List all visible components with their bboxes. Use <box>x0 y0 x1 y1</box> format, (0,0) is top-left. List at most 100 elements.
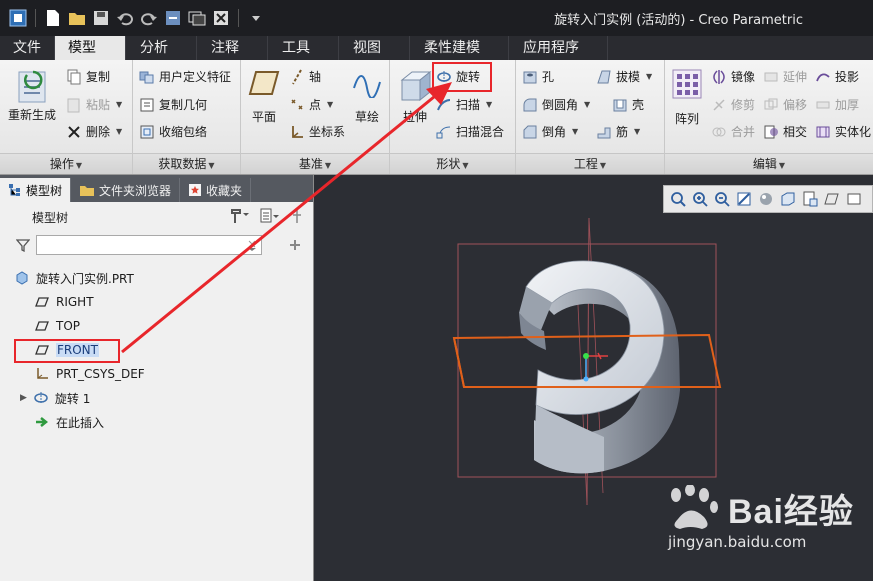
shrinkwrap-button[interactable]: 收缩包络 <box>139 123 207 140</box>
chamfer-icon <box>523 125 537 138</box>
copy-button[interactable]: 复制 <box>66 68 110 85</box>
operations-group-label[interactable]: 操作 ▼ <box>0 153 132 174</box>
udf-button[interactable]: 用户定义特征 <box>139 68 231 85</box>
paste-icon <box>67 98 80 112</box>
round-button[interactable]: 倒圆角 ▼ <box>522 96 590 113</box>
extrude-button[interactable]: 拉伸 <box>398 68 432 125</box>
tree-item-revolve[interactable]: ▶ 旋转 1 <box>20 387 90 409</box>
close-window-icon[interactable] <box>211 8 231 28</box>
delete-x-icon <box>68 125 80 138</box>
folder-icon <box>80 186 95 196</box>
tab-model-tree[interactable]: 模型树 <box>0 178 72 202</box>
tab-applications[interactable]: 应用程序 <box>509 36 608 60</box>
tab-analysis[interactable]: 分析 <box>126 36 197 60</box>
tree-item-csys[interactable]: PRT_CSYS_DEF <box>34 363 145 385</box>
tree-pin-icon[interactable] <box>289 207 305 225</box>
solidify-button[interactable]: 实体化 <box>815 123 871 140</box>
editing-group-label[interactable]: 编辑 ▼ <box>665 153 873 174</box>
save-icon[interactable] <box>91 8 111 28</box>
quick-access-toolbar <box>8 7 266 29</box>
draft-button[interactable]: 拔模 ▼ <box>596 68 652 85</box>
hole-button[interactable]: 孔 <box>522 68 554 85</box>
customize-dropdown-icon[interactable] <box>246 8 266 28</box>
tab-flexible-modeling[interactable]: 柔性建模 <box>410 36 509 60</box>
copy-geometry-button[interactable]: 复制几何 <box>139 96 207 113</box>
get-data-group-label[interactable]: 获取数据 ▼ <box>133 153 240 174</box>
tab-model[interactable]: 模型 <box>55 36 126 60</box>
datum-group-label[interactable]: 基准 ▼ <box>241 153 389 174</box>
regenerate-button[interactable]: 重新生成 <box>8 68 56 123</box>
open-folder-icon[interactable] <box>67 8 87 28</box>
tree-item-label: 旋转 1 <box>54 391 91 406</box>
tree-item-top[interactable]: TOP <box>34 315 80 337</box>
delete-button[interactable]: 删除 ▼ <box>66 123 122 140</box>
add-filter-plus-icon[interactable] <box>288 238 302 252</box>
tab-annotate[interactable]: 注释 <box>197 36 268 60</box>
hole-icon <box>523 71 537 83</box>
thicken-button[interactable]: 加厚 <box>815 96 859 113</box>
tree-columns-icon[interactable] <box>259 207 281 225</box>
hole-label: 孔 <box>542 70 555 84</box>
trim-button[interactable]: 修剪 <box>711 96 755 113</box>
app-menu-icon[interactable] <box>8 8 28 28</box>
extrude-label: 拉伸 <box>402 110 427 124</box>
sketch-button[interactable]: 草绘 <box>351 68 383 125</box>
coordinate-system-icon <box>292 125 303 138</box>
shell-icon <box>613 99 627 111</box>
intersect-button[interactable]: 相交 <box>763 123 807 140</box>
tree-item-right[interactable]: RIGHT <box>34 291 94 313</box>
tab-view[interactable]: 视图 <box>339 36 410 60</box>
group-get-data: 用户定义特征 复制几何 收缩包络 获取数据 ▼ <box>133 60 241 174</box>
rib-button[interactable]: 筋 ▼ <box>596 123 640 140</box>
tree-settings-tools-icon[interactable] <box>229 207 251 225</box>
point-button[interactable]: 点 ▼ <box>289 96 333 113</box>
windows-icon[interactable] <box>187 8 207 28</box>
new-file-icon[interactable] <box>43 8 63 28</box>
tree-item-insert-here[interactable]: 在此插入 <box>34 411 104 433</box>
sweep-icon <box>437 98 451 110</box>
extend-button[interactable]: 延伸 <box>763 68 807 85</box>
redo-icon[interactable] <box>139 8 159 28</box>
tree-search-input[interactable] <box>36 235 262 255</box>
tab-file[interactable]: 文件 <box>0 36 55 60</box>
undo-icon[interactable] <box>115 8 135 28</box>
engineering-group-label[interactable]: 工程 ▼ <box>516 153 664 174</box>
swept-blend-button[interactable]: 扫描混合 <box>436 123 504 140</box>
tab-favorites[interactable]: 收藏夹 <box>180 178 252 202</box>
tab-folder-browser[interactable]: 文件夹浏览器 <box>71 178 181 202</box>
mirror-button[interactable]: 镜像 <box>711 68 755 85</box>
offset-button[interactable]: 偏移 <box>763 96 807 113</box>
regenerate-quick-icon[interactable] <box>163 8 183 28</box>
pattern-button[interactable]: 阵列 <box>671 68 703 127</box>
chamfer-label: 倒角 <box>542 125 567 139</box>
navigator-panel: 模型树 文件夹浏览器 收藏夹 模型树 旋转入门实例.PRT RIGHT TOP … <box>0 175 314 581</box>
tab-tools[interactable]: 工具 <box>268 36 339 60</box>
shapes-group-label[interactable]: 形状 ▼ <box>390 153 515 174</box>
tree-item-part[interactable]: 旋转入门实例.PRT <box>14 267 134 289</box>
csys-label: 坐标系 <box>309 125 346 139</box>
mirror-label: 镜像 <box>731 70 756 84</box>
sketch-label: 草绘 <box>354 110 379 124</box>
offset-icon <box>764 98 778 109</box>
axis-button[interactable]: 轴 <box>289 68 321 85</box>
expand-arrow-icon[interactable]: ▶ <box>20 393 27 403</box>
paste-button[interactable]: 粘贴 ▼ <box>66 96 122 113</box>
model-tree-icon <box>9 184 20 196</box>
shell-button[interactable]: 壳 <box>612 96 644 113</box>
sweep-button[interactable]: 扫描 ▼ <box>436 96 492 113</box>
draft-label: 拔模 <box>616 70 641 84</box>
csys-button[interactable]: 坐标系 <box>289 123 345 140</box>
chamfer-button[interactable]: 倒角 ▼ <box>522 123 578 140</box>
model-tree-tools <box>229 207 305 225</box>
regenerate-label: 重新生成 <box>8 108 57 122</box>
plane-button[interactable]: 平面 <box>247 68 281 125</box>
filter-dropdown-icon[interactable] <box>246 239 258 251</box>
swept-blend-label: 扫描混合 <box>456 125 505 139</box>
project-button[interactable]: 投影 <box>815 68 859 85</box>
navigator-tabs: 模型树 文件夹浏览器 收藏夹 <box>0 175 313 202</box>
datum-plane-icon <box>34 294 50 310</box>
tree-item-label: 旋转入门实例.PRT <box>36 271 134 286</box>
revolved-part[interactable] <box>519 260 680 474</box>
insert-here-arrow-icon <box>34 414 50 430</box>
merge-button[interactable]: 合并 <box>711 123 755 140</box>
